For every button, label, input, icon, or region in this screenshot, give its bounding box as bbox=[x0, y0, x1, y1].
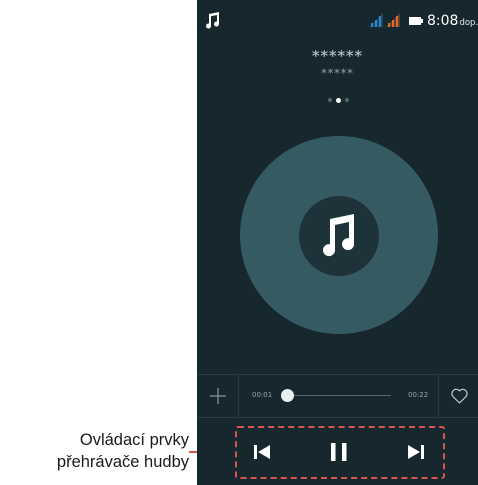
annotation-label: Ovládací prvky přehrávače hudby bbox=[0, 429, 189, 473]
music-player-screen: 8:08dop. ****** ***** 00:01 00:22 bbox=[197, 0, 478, 485]
annotation-line1: Ovládací prvky bbox=[79, 431, 189, 449]
song-title: ****** bbox=[312, 47, 363, 65]
music-note-icon bbox=[206, 12, 220, 29]
status-time-suffix: dop. bbox=[459, 18, 478, 28]
favorite-button[interactable] bbox=[438, 375, 478, 417]
add-icon bbox=[210, 388, 226, 404]
song-artist: ***** bbox=[321, 67, 354, 80]
elapsed-time: 00:01 bbox=[252, 391, 273, 399]
skip-previous-icon bbox=[254, 445, 270, 459]
progress-bar-area: 00:01 00:22 bbox=[197, 374, 478, 418]
pause-icon bbox=[331, 443, 347, 461]
page-dot[interactable] bbox=[328, 98, 332, 102]
seek-bar[interactable] bbox=[281, 389, 391, 402]
annotation-line2: přehrávače hudby bbox=[56, 453, 189, 471]
page-dot[interactable] bbox=[345, 98, 349, 102]
skip-previous-button[interactable] bbox=[249, 439, 275, 465]
status-time: 8:08dop. bbox=[427, 13, 478, 29]
seek-thumb[interactable] bbox=[281, 389, 295, 402]
page-dot-active[interactable] bbox=[336, 97, 341, 103]
skip-next-button[interactable] bbox=[403, 439, 429, 465]
signal-icon bbox=[369, 13, 383, 27]
seek-track bbox=[281, 395, 391, 396]
heart-icon bbox=[451, 388, 468, 404]
skip-next-icon bbox=[408, 445, 424, 459]
pause-button[interactable] bbox=[326, 439, 352, 465]
status-time-value: 8:08 bbox=[427, 13, 459, 29]
battery-icon bbox=[409, 17, 423, 25]
signal-icon bbox=[386, 13, 400, 27]
total-time: 00:22 bbox=[408, 391, 429, 399]
music-note-icon bbox=[323, 214, 355, 257]
page-indicator[interactable] bbox=[328, 97, 350, 105]
add-to-playlist-button[interactable] bbox=[197, 375, 239, 417]
status-bar: 8:08dop. bbox=[197, 0, 478, 40]
